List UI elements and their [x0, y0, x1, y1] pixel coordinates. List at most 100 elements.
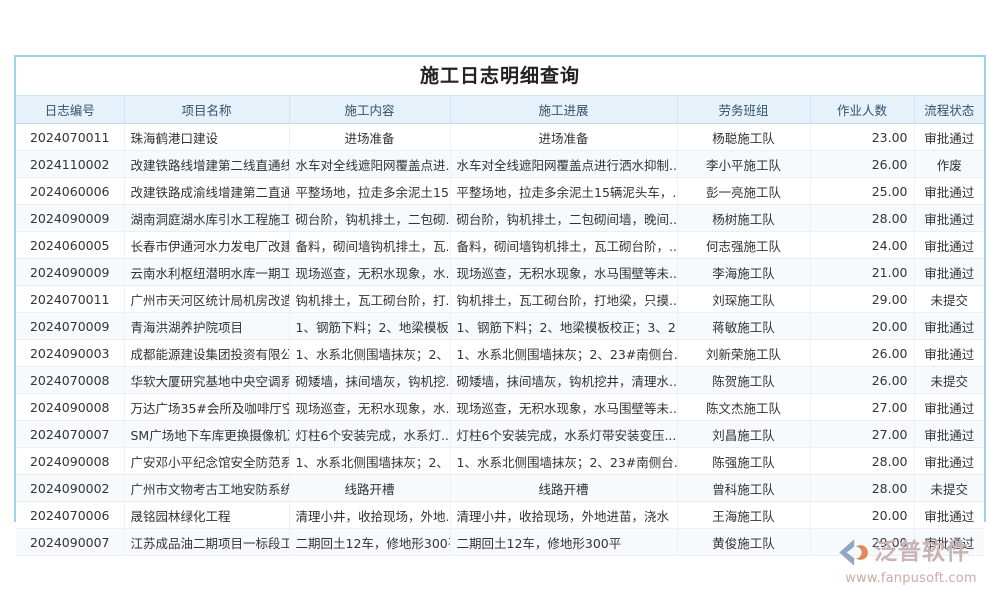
- cell-log-code[interactable]: 2024070007: [16, 421, 124, 448]
- cell-log-code[interactable]: 2024090009: [16, 205, 124, 232]
- cell-worker-count: 27.00: [810, 421, 914, 448]
- cell-project-name[interactable]: SM广场地下车库更换摄像机及补光灯: [124, 421, 289, 448]
- cell-worker-count: 28.00: [810, 448, 914, 475]
- cell-construction-content: 1、水系北侧围墙抹灰；2、...: [289, 340, 450, 367]
- cell-construction-progress: 1、水系北侧围墙抹灰；2、23#南侧台...: [450, 340, 677, 367]
- cell-worker-count: 20.00: [810, 313, 914, 340]
- cell-construction-progress: 砌矮墙，抹间墙灰，钩机挖井，清理水...: [450, 367, 677, 394]
- query-result-panel: 施工日志明细查询 日志编号 项目名称 施工内容 施工进展 劳务班组 作业人数: [14, 55, 986, 522]
- cell-construction-content: 1、钢筋下料；2、地梁模板...: [289, 313, 450, 340]
- cell-project-name[interactable]: 江苏成品油二期项目一标段工程: [124, 529, 289, 556]
- cell-labor-team: 黄俊施工队: [677, 529, 810, 556]
- cell-construction-progress: 平整场地，拉走多余泥土15辆泥头车，...: [450, 178, 677, 205]
- column-header-people[interactable]: 作业人数: [810, 96, 914, 124]
- table-row[interactable]: 2024070011珠海鹤港口建设进场准备进场准备杨聪施工队23.00审批通过: [16, 124, 984, 151]
- cell-log-code[interactable]: 2024070011: [16, 286, 124, 313]
- cell-log-code[interactable]: 2024090008: [16, 394, 124, 421]
- cell-log-code[interactable]: 2024090009: [16, 259, 124, 286]
- page-title: 施工日志明细查询: [16, 57, 984, 96]
- cell-log-code[interactable]: 2024070009: [16, 313, 124, 340]
- cell-log-code[interactable]: 2024070008: [16, 367, 124, 394]
- cell-project-name[interactable]: 改建铁路线增建第二线直通线: [124, 151, 289, 178]
- cell-construction-progress: 灯柱6个安装完成，水系灯带安装变压...: [450, 421, 677, 448]
- status-badge: 未提交: [914, 475, 984, 502]
- table-row[interactable]: 2024090009湖南洞庭湖水库引水工程施工ително砌台阶，钩机排土，二包…: [16, 205, 984, 232]
- cell-construction-content: 二期回土12车，修地形300平: [289, 529, 450, 556]
- cell-construction-content: 砌台阶，钩机排土，二包砌...: [289, 205, 450, 232]
- table-row[interactable]: 2024070009青海洪湖养护院项目1、钢筋下料；2、地梁模板...1、钢筋下…: [16, 313, 984, 340]
- table-row[interactable]: 2024060005长春市伊通河水力发电厂改建工程备料，砌间墙钩机排土，瓦...…: [16, 232, 984, 259]
- watermark-logo: 泛普软件 www.fanpusoft.com: [836, 534, 986, 592]
- table-body: 2024070011珠海鹤港口建设进场准备进场准备杨聪施工队23.00审批通过2…: [16, 124, 984, 556]
- watermark-brand-row: 泛普软件: [836, 534, 986, 570]
- column-header-progress[interactable]: 施工进展: [450, 96, 677, 124]
- cell-project-name[interactable]: 改建铁路成渝线增建第二直通线: [124, 178, 289, 205]
- cell-project-name[interactable]: 广安邓小平纪念馆安全防范系统工程: [124, 448, 289, 475]
- column-header-project[interactable]: 项目名称: [124, 96, 289, 124]
- cell-project-name[interactable]: 云南水利枢纽潜明水库一期工程: [124, 259, 289, 286]
- cell-log-code[interactable]: 2024090008: [16, 448, 124, 475]
- table-row[interactable]: 2024070008华软大厦研究基地中央空调系统砌矮墙，抹间墙灰，钩机挖...砌…: [16, 367, 984, 394]
- column-header-content[interactable]: 施工内容: [289, 96, 450, 124]
- table-row[interactable]: 2024070006晟铭园林绿化工程清理小井，收拾现场，外地...清理小井，收拾…: [16, 502, 984, 529]
- cell-worker-count: 23.00: [810, 124, 914, 151]
- cell-construction-content: 线路开槽: [289, 475, 450, 502]
- cell-labor-team: 刘昌施工队: [677, 421, 810, 448]
- cell-labor-team: 陈文杰施工队: [677, 394, 810, 421]
- cell-construction-progress: 进场准备: [450, 124, 677, 151]
- table-row[interactable]: 2024060006改建铁路成渝线增建第二直通线平整场地，拉走多余泥土15...…: [16, 178, 984, 205]
- table-row[interactable]: 2024070007SM广场地下车库更换摄像机及补光灯灯柱6个安装完成，水系灯.…: [16, 421, 984, 448]
- cell-worker-count: 26.00: [810, 151, 914, 178]
- cell-construction-content: 1、水系北侧围墙抹灰；2、...: [289, 448, 450, 475]
- cell-construction-progress: 砌台阶，钩机排土，二包砌间墙，晚间...: [450, 205, 677, 232]
- cell-labor-team: 李小平施工队: [677, 151, 810, 178]
- table-row[interactable]: 2024090003成都能源建设集团投资有限公司项目1、水系北侧围墙抹灰；2、.…: [16, 340, 984, 367]
- status-badge: 审批通过: [914, 394, 984, 421]
- cell-project-name[interactable]: 万达广场35#会所及咖啡厅空调工程: [124, 394, 289, 421]
- cell-log-code[interactable]: 2024110002: [16, 151, 124, 178]
- cell-project-name[interactable]: 珠海鹤港口建设: [124, 124, 289, 151]
- table-row[interactable]: 2024090008万达广场35#会所及咖啡厅空调工程现场巡查，无积水现象，水.…: [16, 394, 984, 421]
- cell-log-code[interactable]: 2024070011: [16, 124, 124, 151]
- cell-log-code[interactable]: 2024060005: [16, 232, 124, 259]
- cell-log-code[interactable]: 2024090002: [16, 475, 124, 502]
- cell-construction-progress: 水车对全线遮阳网覆盖点进行洒水抑制...: [450, 151, 677, 178]
- cell-project-name[interactable]: 广州市文物考古工地安防系统设计: [124, 475, 289, 502]
- cell-labor-team: 李海施工队: [677, 259, 810, 286]
- cell-labor-team: 杨树施工队: [677, 205, 810, 232]
- cell-project-name[interactable]: 成都能源建设集团投资有限公司项目: [124, 340, 289, 367]
- cell-labor-team: 陈贺施工队: [677, 367, 810, 394]
- cell-log-code[interactable]: 2024090003: [16, 340, 124, 367]
- status-badge: 审批通过: [914, 205, 984, 232]
- cell-project-name[interactable]: 广州市天河区统计局机房改造项目: [124, 286, 289, 313]
- cell-labor-team: 曾科施工队: [677, 475, 810, 502]
- table-row[interactable]: 2024090009云南水利枢纽潜明水库一期工程现场巡查，无积水现象，水...现…: [16, 259, 984, 286]
- cell-labor-team: 刘新荣施工队: [677, 340, 810, 367]
- construction-log-table: 日志编号 项目名称 施工内容 施工进展 劳务班组 作业人数 流程状态 20240…: [16, 96, 984, 556]
- cell-log-code[interactable]: 2024060006: [16, 178, 124, 205]
- table-row[interactable]: 2024090008广安邓小平纪念馆安全防范系统工程1、水系北侧围墙抹灰；2、.…: [16, 448, 984, 475]
- cell-log-code[interactable]: 2024070006: [16, 502, 124, 529]
- column-header-code[interactable]: 日志编号: [16, 96, 124, 124]
- table-row[interactable]: 2024110002改建铁路线增建第二线直通线水车对全线遮阳网覆盖点进...水车…: [16, 151, 984, 178]
- cell-worker-count: 29.00: [810, 286, 914, 313]
- cell-project-name[interactable]: 晟铭园林绿化工程: [124, 502, 289, 529]
- cell-construction-content: 水车对全线遮阳网覆盖点进...: [289, 151, 450, 178]
- cell-construction-content: 现场巡查，无积水现象，水...: [289, 259, 450, 286]
- cell-project-name[interactable]: 湖南洞庭湖水库引水工程施工ително: [124, 205, 289, 232]
- cell-construction-content: 平整场地，拉走多余泥土15...: [289, 178, 450, 205]
- status-badge: 审批通过: [914, 124, 984, 151]
- cell-worker-count: 28.00: [810, 205, 914, 232]
- table-row[interactable]: 2024070011广州市天河区统计局机房改造项目钩机排土，瓦工砌台阶，打...…: [16, 286, 984, 313]
- cell-labor-team: 刘琛施工队: [677, 286, 810, 313]
- cell-project-name[interactable]: 青海洪湖养护院项目: [124, 313, 289, 340]
- status-badge: 作废: [914, 151, 984, 178]
- column-header-status[interactable]: 流程状态: [914, 96, 984, 124]
- table-row[interactable]: 2024090002广州市文物考古工地安防系统设计线路开槽线路开槽曾科施工队28…: [16, 475, 984, 502]
- cell-project-name[interactable]: 华软大厦研究基地中央空调系统: [124, 367, 289, 394]
- cell-project-name[interactable]: 长春市伊通河水力发电厂改建工程: [124, 232, 289, 259]
- cell-construction-content: 清理小井，收拾现场，外地...: [289, 502, 450, 529]
- column-header-team[interactable]: 劳务班组: [677, 96, 810, 124]
- cell-log-code[interactable]: 2024090007: [16, 529, 124, 556]
- cell-construction-progress: 线路开槽: [450, 475, 677, 502]
